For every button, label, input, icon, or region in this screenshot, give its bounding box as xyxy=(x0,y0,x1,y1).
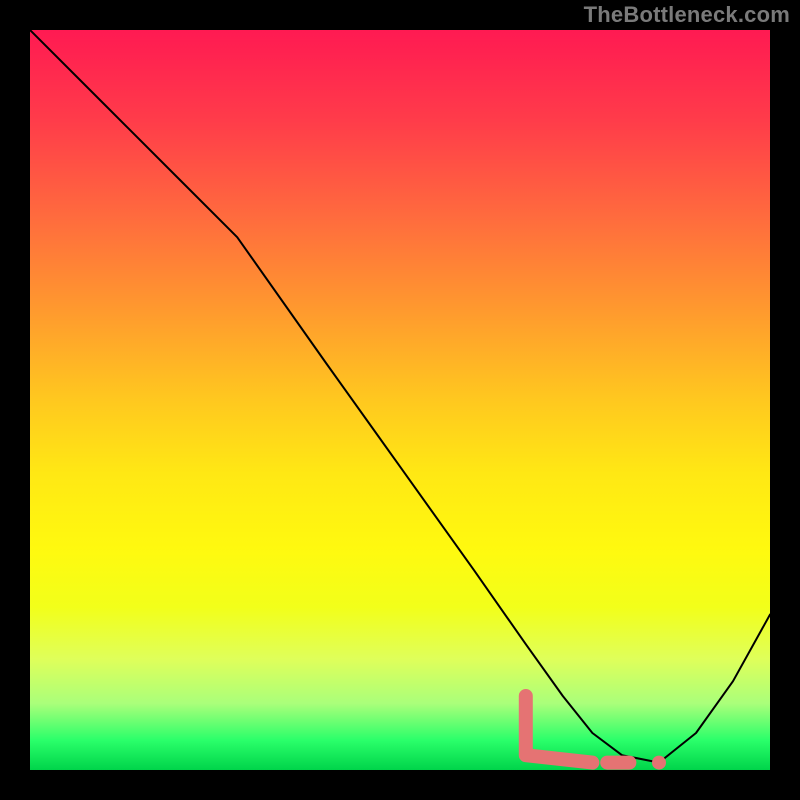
plot-area xyxy=(30,30,770,770)
marker-dot-0 xyxy=(652,756,666,770)
watermark-text: TheBottleneck.com xyxy=(584,2,790,28)
optimal-range-markers xyxy=(526,696,666,770)
chart-overlay xyxy=(30,30,770,770)
chart-frame: TheBottleneck.com xyxy=(0,0,800,800)
marker-seg-0 xyxy=(526,696,593,763)
bottleneck-curve xyxy=(30,30,770,763)
